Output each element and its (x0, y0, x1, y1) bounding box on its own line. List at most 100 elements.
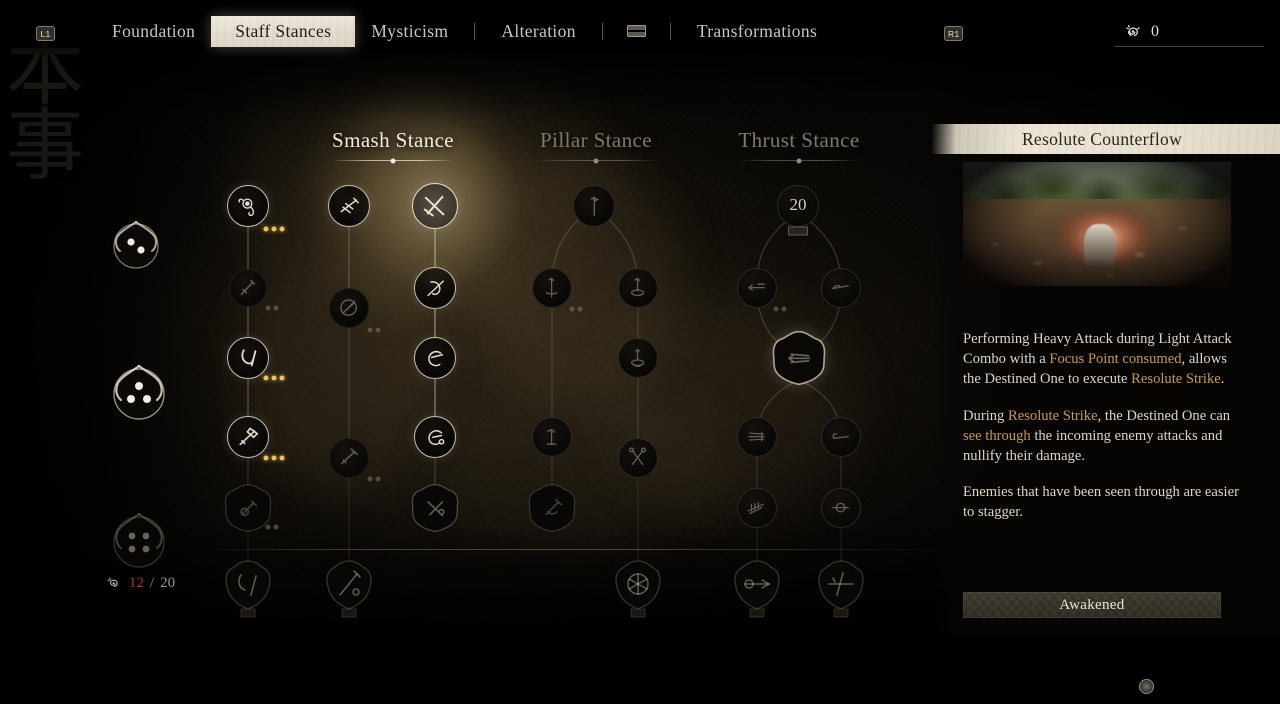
skill-node[interactable] (414, 416, 456, 458)
pillar-plant-icon (547, 429, 557, 446)
pillar-drill-icon (631, 348, 645, 368)
staff-circle-sweep-icon (428, 429, 445, 445)
thrust-jab-icon (748, 283, 766, 292)
skill-node[interactable] (821, 488, 861, 528)
skill-points-spent: 12 (129, 575, 144, 591)
return-label: Return (1163, 678, 1204, 694)
skill-tree-screen: 本 事 L1 R1 Foundation Staff Stances Mysti… (0, 0, 1280, 704)
currency-counter: 0 (1114, 22, 1264, 47)
staff-flurry-icon (340, 197, 359, 213)
skill-node[interactable] (532, 268, 572, 308)
stance-underline (738, 158, 860, 163)
lantern-node[interactable] (321, 557, 377, 623)
skill-node[interactable] (329, 288, 369, 328)
skill-rank-pips (773, 306, 787, 312)
skill-node[interactable] (414, 337, 456, 379)
skill-node[interactable] (329, 438, 369, 478)
return-control[interactable]: Return (1139, 678, 1204, 695)
tree-bottom-divider (198, 549, 958, 550)
skill-node[interactable] (412, 183, 458, 229)
skill-rank-pips (367, 327, 381, 333)
spark-icon (1126, 24, 1140, 37)
stance-header-pillar[interactable]: Pillar Stance (535, 128, 657, 163)
staff-strike-icon (240, 279, 256, 296)
tab-staff-stances[interactable]: Staff Stances (209, 13, 358, 49)
nav-tab-list: Foundation Staff Stances Mysticism Alter… (96, 0, 833, 62)
skill-node[interactable] (528, 483, 576, 533)
tier-badge-three-dots[interactable] (103, 358, 175, 430)
skill-rank-pips (263, 375, 285, 381)
stance-underline (535, 158, 657, 163)
thrust-focus-icon (832, 503, 850, 513)
skill-node[interactable] (821, 417, 861, 457)
lantern-node[interactable] (220, 557, 276, 623)
staff-parry-icon (427, 280, 444, 296)
staff-cross-slash-icon (424, 196, 445, 217)
staff-crush-icon (341, 448, 359, 465)
skill-rank-pips (263, 455, 285, 461)
skill-rank-pips (265, 305, 279, 311)
awakened-status-button[interactable]: Awakened (963, 592, 1221, 618)
thrust-burst-icon (747, 502, 765, 515)
skill-node[interactable] (411, 483, 459, 533)
skill-points-counter: 12 / 20 (104, 575, 175, 592)
book-icon (626, 25, 646, 37)
skill-node[interactable] (414, 267, 456, 309)
stance-header-smash[interactable]: Smash Stance (332, 128, 454, 163)
skill-node[interactable] (227, 185, 269, 227)
lantern-node[interactable] (610, 557, 666, 623)
skill-node[interactable] (821, 268, 861, 308)
pillar-ultimate-icon (544, 498, 562, 515)
skill-node[interactable] (532, 417, 572, 457)
tab-transformations[interactable]: Transformations (681, 17, 833, 46)
currency-amount: 0 (1151, 23, 1159, 40)
skill-points-total: 20 (160, 575, 176, 591)
tab-mysticism[interactable]: Mysticism (355, 17, 464, 46)
stance-title: Pillar Stance (540, 128, 652, 152)
nav-divider (601, 22, 603, 40)
staff-thrust-icon (239, 426, 259, 445)
stance-header-thrust[interactable]: Thrust Stance (738, 128, 860, 163)
skill-node[interactable] (737, 417, 777, 457)
skill-node[interactable] (227, 416, 269, 458)
tab-alteration[interactable]: Alteration (485, 17, 591, 46)
description-paragraph: Enemies that have been seen through are … (963, 484, 1239, 521)
nav-divider (474, 22, 476, 40)
stance-underline (332, 158, 454, 163)
skill-node[interactable] (737, 268, 777, 308)
staff-whirl-icon (427, 350, 443, 367)
skill-node[interactable] (618, 438, 658, 478)
thrust-hook-icon (832, 433, 850, 440)
awakened-label: Awakened (1059, 596, 1125, 613)
nav-divider (669, 22, 671, 40)
pillar-spin-icon (631, 278, 645, 297)
lantern-node[interactable] (729, 557, 785, 623)
skill-detail-panel: Resolute Counterflow Performing Heavy At… (932, 124, 1280, 636)
skill-node[interactable] (618, 268, 658, 308)
stance-title: Thrust Stance (738, 128, 860, 152)
stance-marker-dot (390, 158, 396, 163)
skill-cost-plate (788, 226, 808, 236)
skill-node[interactable] (328, 185, 370, 227)
skill-node[interactable] (618, 338, 658, 378)
tab-foundation[interactable]: Foundation (96, 17, 211, 46)
tier-badge-four-dots[interactable] (103, 506, 175, 578)
stance-marker-dot (593, 158, 599, 163)
skill-node[interactable] (224, 483, 272, 533)
pillar-leap-icon (546, 278, 558, 298)
bumper-r1-badge: R1 (944, 26, 964, 41)
skill-node[interactable] (573, 185, 615, 227)
panel-title-bar: Resolute Counterflow (932, 124, 1280, 154)
skill-rank-pips (265, 524, 279, 530)
description-paragraph: Performing Heavy Attack during Light Att… (963, 331, 1232, 388)
skill-node[interactable] (737, 488, 777, 528)
skill-node[interactable] (227, 337, 269, 379)
skill-node[interactable] (229, 269, 267, 307)
skill-node-selected[interactable] (772, 330, 826, 386)
circle-button-icon (1139, 679, 1155, 694)
tier-badge-two-dots[interactable] (105, 215, 167, 277)
staff-sweep-icon (241, 349, 257, 367)
lantern-node[interactable] (813, 557, 869, 623)
skill-rank-pips (263, 226, 285, 232)
thrust-lunge-icon (832, 285, 850, 290)
